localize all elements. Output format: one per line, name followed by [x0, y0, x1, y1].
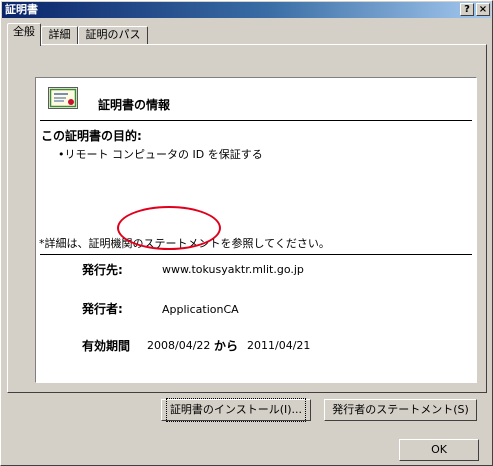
close-button[interactable]: ×	[476, 3, 490, 16]
issued-by-value: ApplicationCA	[162, 303, 239, 316]
tab-details[interactable]: 詳細	[41, 26, 78, 44]
window-title: 証明書	[5, 3, 38, 16]
certificate-icon	[48, 87, 78, 109]
ok-label: OK	[431, 443, 447, 456]
validity-from: 2008/04/22	[147, 339, 211, 352]
issued-by-label: 発行者:	[82, 302, 123, 316]
validity-label: 有効期間	[82, 339, 131, 353]
issued-to-label: 発行先:	[82, 263, 123, 277]
certificate-info-box: 証明書の情報 この証明書の目的: •リモート コンピュータの ID を保証する …	[35, 77, 477, 383]
help-button[interactable]: ?	[460, 3, 474, 16]
certificate-dialog: 証明書 ? × 全般 詳細 証明のパス 証明書の情報 この証明書の目的: •リモ…	[0, 0, 493, 466]
tab-general[interactable]: 全般	[7, 23, 41, 46]
ok-button[interactable]: OK	[399, 439, 479, 461]
divider	[40, 254, 472, 255]
tab-certification-path[interactable]: 証明のパス	[78, 26, 148, 44]
detail-note: *詳細は、証明機関のステートメントを参照してください。	[39, 237, 330, 250]
issued-to-value: www.tokusyaktr.mlit.go.jp	[162, 263, 304, 276]
issuer-statement-label: 発行者のステートメント(S)	[332, 403, 469, 416]
purpose-item: •リモート コンピュータの ID を保証する	[58, 148, 263, 161]
validity-to-word: から	[214, 339, 239, 353]
install-certificate-button[interactable]: 証明書のインストール(I)...	[161, 398, 311, 422]
issuer-statement-button[interactable]: 発行者のステートメント(S)	[324, 399, 477, 421]
purpose-title: この証明書の目的:	[41, 129, 142, 143]
divider	[40, 120, 472, 121]
validity-to: 2011/04/21	[247, 339, 311, 352]
certificate-info-title: 証明書の情報	[98, 98, 171, 112]
install-certificate-label: 証明書のインストール(I)...	[165, 398, 307, 422]
title-bar: 証明書 ? ×	[2, 2, 491, 18]
